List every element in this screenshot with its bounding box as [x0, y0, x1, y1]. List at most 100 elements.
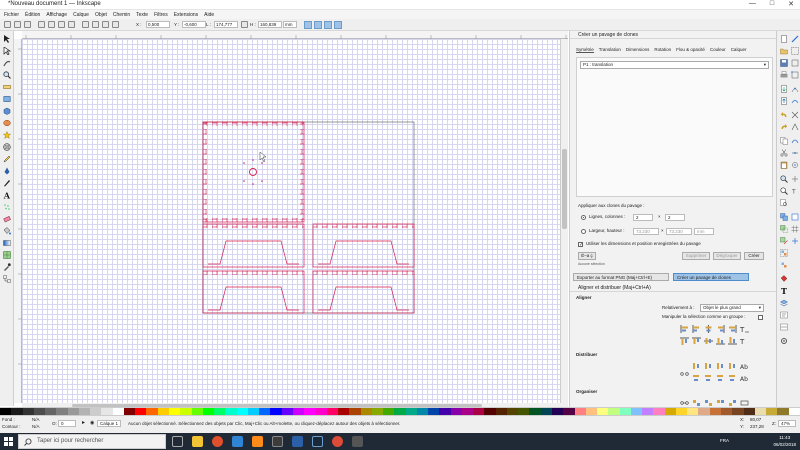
- remove-clones-button[interactable]: Supprimer: [682, 252, 710, 260]
- drawing-canvas[interactable]: [22, 39, 560, 403]
- import-icon[interactable]: [780, 85, 788, 93]
- rectangle-tool-icon[interactable]: [3, 95, 11, 103]
- align-text-anchor-icon[interactable]: T: [740, 337, 749, 345]
- language-indicator[interactable]: FRA: [720, 438, 729, 444]
- zoom-tool-icon[interactable]: [3, 71, 11, 79]
- cols-input[interactable]: 2: [665, 214, 685, 221]
- tab-symetrie[interactable]: Symétrie: [576, 47, 594, 53]
- print-icon[interactable]: [780, 71, 788, 79]
- menu-affichage[interactable]: Affichage: [46, 12, 67, 18]
- paste-icon[interactable]: [780, 161, 788, 169]
- menu-extensions[interactable]: Extensions: [174, 12, 198, 18]
- spray-tool-icon[interactable]: [3, 203, 11, 211]
- zoom-page-icon[interactable]: [780, 199, 788, 207]
- save-icon[interactable]: [780, 59, 788, 67]
- fill-value[interactable]: N/A: [32, 417, 40, 423]
- measure-tool-icon[interactable]: [3, 83, 11, 91]
- horizontal-ruler[interactable]: [22, 31, 568, 39]
- snap-nodes-icon[interactable]: [791, 85, 799, 93]
- snap-centers-icon[interactable]: [791, 161, 799, 169]
- mail-icon[interactable]: [292, 436, 303, 447]
- x-field[interactable]: 0,500: [146, 21, 170, 28]
- clock[interactable]: 11:43 06/02/2018: [773, 434, 796, 448]
- align-center-vertical-icon[interactable]: [704, 337, 713, 345]
- align-left-icon[interactable]: [692, 325, 701, 333]
- menu-aide[interactable]: Aide: [204, 12, 214, 18]
- close-button[interactable]: ✕: [788, 0, 794, 8]
- align-bottom-icon[interactable]: [716, 337, 725, 345]
- distribute-gaps-h-icon[interactable]: [728, 362, 737, 370]
- calligraphy-tool-icon[interactable]: [3, 179, 11, 187]
- snap-bbox-icon[interactable]: [791, 47, 799, 55]
- snap-rotation-center-icon[interactable]: [791, 175, 799, 183]
- zoom-drawing-icon[interactable]: [780, 187, 788, 195]
- randomize-positions-icon[interactable]: [728, 399, 737, 407]
- app-icon[interactable]: [352, 436, 363, 447]
- select-all-layers-icon[interactable]: [14, 21, 21, 28]
- maximize-button[interactable]: □: [770, 0, 774, 8]
- redo-icon[interactable]: [780, 123, 788, 131]
- h-field[interactable]: 160,839: [258, 21, 282, 28]
- exchange-z-order-icon[interactable]: [704, 399, 713, 407]
- align-baseline-icon[interactable]: T: [740, 325, 749, 333]
- steam-icon[interactable]: [312, 436, 323, 447]
- clone-tiler-tab[interactable]: Créer un pavage de clones: [673, 273, 749, 281]
- flip-horizontal-icon[interactable]: [58, 21, 65, 28]
- distribute-baseline-icon[interactable]: Ab: [740, 362, 749, 370]
- zoom-selection-icon[interactable]: [780, 175, 788, 183]
- use-saved-checkbox[interactable]: ✓: [578, 242, 583, 248]
- export-png-tab[interactable]: Exporter au format PNG (Maj+Ctrl+E): [573, 273, 669, 281]
- pencil-tool-icon[interactable]: [3, 155, 11, 163]
- mesh-tool-icon[interactable]: [3, 251, 11, 259]
- menu-texte[interactable]: Texte: [136, 12, 148, 18]
- snap-smooth-icon[interactable]: [791, 137, 799, 145]
- selector-tool-icon[interactable]: [3, 35, 11, 43]
- windows-start-icon[interactable]: [4, 437, 13, 446]
- align-right-icon[interactable]: [716, 325, 725, 333]
- firefox-icon[interactable]: [212, 436, 223, 447]
- vertical-ruler[interactable]: [14, 39, 22, 403]
- rotate-cw-icon[interactable]: [48, 21, 55, 28]
- treat-as-group-checkbox[interactable]: [758, 315, 763, 320]
- snap-cusp-icon[interactable]: [791, 123, 799, 131]
- opacity-input[interactable]: 0: [58, 420, 76, 427]
- select-all-icon[interactable]: [4, 21, 11, 28]
- rotate-ccw-icon[interactable]: [38, 21, 45, 28]
- group-icon[interactable]: [780, 249, 788, 257]
- taskbar-search-box[interactable]: Taper ici pour rechercher: [18, 434, 166, 449]
- snap-grid-icon[interactable]: [791, 225, 799, 233]
- unit-select[interactable]: mm: [283, 21, 297, 28]
- distribute-gaps-v-icon[interactable]: [728, 374, 737, 382]
- snap-guides-icon[interactable]: [791, 237, 799, 245]
- layers-icon[interactable]: [780, 299, 788, 307]
- previous-layer-icon[interactable]: ▸: [82, 420, 85, 426]
- scale-stroke-toggle[interactable]: [304, 21, 312, 29]
- exchange-clockwise-icon[interactable]: [716, 399, 725, 407]
- menu-filtres[interactable]: Filtres: [154, 12, 168, 18]
- stroke-value[interactable]: N/A: [32, 424, 40, 430]
- snap-toggle-icon[interactable]: [791, 35, 799, 43]
- wh-unit-select[interactable]: mm: [694, 228, 714, 235]
- align-top-icon[interactable]: [692, 337, 701, 345]
- rows-cols-radio[interactable]: [581, 215, 586, 220]
- snap-text-baseline-icon[interactable]: T: [791, 187, 799, 196]
- task-view-icon[interactable]: [172, 436, 183, 447]
- menu-edition[interactable]: Édition: [25, 12, 40, 18]
- distribute-top-icon[interactable]: [692, 374, 701, 382]
- node-tool-icon[interactable]: [3, 47, 11, 55]
- menu-chemin[interactable]: Chemin: [113, 12, 130, 18]
- unlink-clone-icon[interactable]: [780, 237, 788, 245]
- box-panel-side-1[interactable]: [202, 223, 305, 268]
- ungroup-icon[interactable]: [780, 261, 788, 269]
- tab-calquer[interactable]: Calquer: [731, 47, 747, 53]
- zoom-input[interactable]: 47%: [778, 420, 796, 427]
- width-height-radio[interactable]: [581, 229, 586, 234]
- inkscape-taskbar-icon[interactable]: [272, 436, 283, 447]
- menu-fichier[interactable]: Fichier: [4, 12, 19, 18]
- lock-ratio-icon[interactable]: [241, 21, 248, 28]
- rotation-center-marker[interactable]: [243, 159, 263, 185]
- connector-tool-icon[interactable]: [3, 275, 11, 283]
- 3d-box-tool-icon[interactable]: [3, 107, 11, 115]
- menu-calque[interactable]: Calque: [73, 12, 89, 18]
- snap-intersections-icon[interactable]: [791, 111, 799, 119]
